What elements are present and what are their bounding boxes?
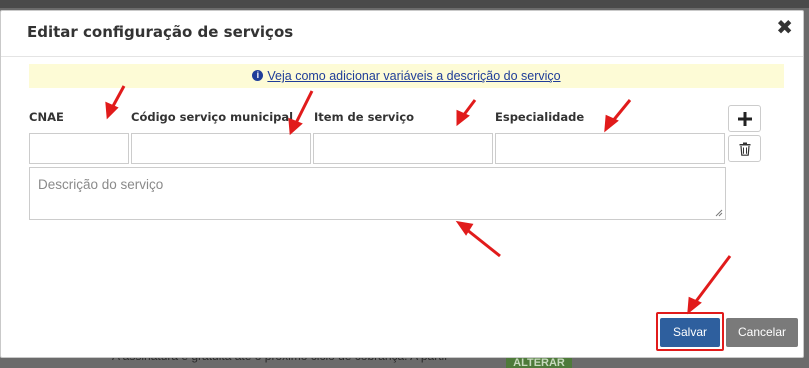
service-config-modal: Editar configuração de serviços ✖ i Veja … <box>0 10 804 358</box>
especialidade-field[interactable] <box>495 133 725 164</box>
info-banner: i Veja como adicionar variáveis a descriç… <box>29 64 784 88</box>
codigo-servico-field[interactable] <box>131 133 311 164</box>
cnae-field[interactable] <box>29 133 129 164</box>
plus-icon <box>737 112 752 126</box>
info-icon: i <box>252 70 264 82</box>
add-button[interactable] <box>728 105 761 132</box>
codigo-servico-label: Código serviço municipal <box>131 110 294 124</box>
item-servico-field[interactable] <box>313 133 493 164</box>
service-description-textarea[interactable]: Descrição do serviço <box>29 167 726 220</box>
background-topbar <box>0 0 809 8</box>
cnae-label: CNAE <box>29 110 64 124</box>
close-icon[interactable]: ✖ <box>776 17 793 37</box>
variables-help-link[interactable]: Veja como adicionar variáveis a descriçã… <box>267 69 560 83</box>
cancel-button[interactable]: Cancelar <box>726 318 798 347</box>
save-annotation-box <box>656 312 724 351</box>
trash-icon <box>739 142 750 156</box>
modal-header: Editar configuração de serviços ✖ <box>1 11 803 57</box>
resize-grip-icon[interactable] <box>715 209 723 217</box>
item-servico-label: Item de serviço <box>314 110 415 124</box>
delete-button[interactable] <box>728 135 761 162</box>
description-placeholder: Descrição do serviço <box>38 177 164 192</box>
especialidade-label: Especialidade <box>495 110 585 124</box>
modal-title: Editar configuração de serviços <box>27 23 294 41</box>
